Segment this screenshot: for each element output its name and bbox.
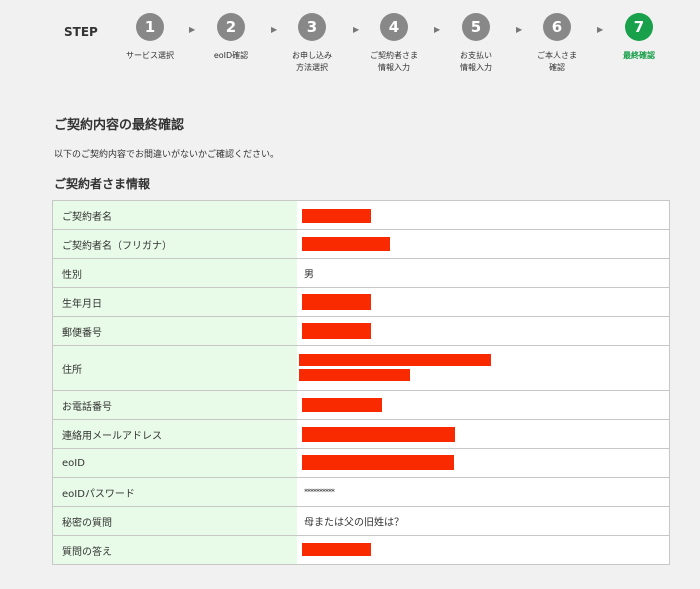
table-row: 生年月日 <box>53 288 669 317</box>
redacted-value <box>299 354 491 366</box>
row-label: 生年月日 <box>53 288 297 316</box>
row-value: 男 <box>297 259 669 287</box>
step-label: お申し込み 方法選択 <box>292 51 332 72</box>
step-label: 最終確認 <box>623 51 655 60</box>
step-heading: STEP <box>64 25 98 39</box>
step-number: 7 <box>625 13 653 41</box>
step-label: ご契約者さま 情報入力 <box>370 51 418 72</box>
contract-info-table: ご契約者名 ご契約者名（フリガナ） 性別 男 生年月日 郵便番号 住所 お電話番… <box>52 200 670 565</box>
table-row: 郵便番号 <box>53 317 669 346</box>
redacted-value <box>302 427 455 442</box>
table-row: 質問の答え <box>53 536 669 564</box>
step-label: お支払い 情報入力 <box>460 51 492 72</box>
redacted-value <box>302 294 371 310</box>
table-row: 性別 男 <box>53 259 669 288</box>
step-label: サービス選択 <box>126 51 174 60</box>
row-value: 母または父の旧姓は？ <box>297 507 669 535</box>
redacted-value <box>302 209 371 223</box>
table-row: お電話番号 <box>53 391 669 420</box>
table-row: 住所 <box>53 346 669 391</box>
row-label: 連絡用メールアドレス <box>53 420 297 448</box>
intro-text: 以下のご契約内容でお間違いがないかご確認ください。 <box>54 150 280 160</box>
row-value <box>297 201 669 229</box>
redacted-value <box>302 323 371 339</box>
step-3: 3 お申し込み 方法選択 <box>272 13 352 74</box>
row-label: 質問の答え <box>53 536 297 564</box>
row-value: ********** <box>297 478 669 506</box>
section-title: ご契約者さま情報 <box>54 177 151 191</box>
table-row: ご契約者名（フリガナ） <box>53 230 669 259</box>
row-value <box>297 536 669 564</box>
row-label: eoID <box>53 449 297 477</box>
table-row: eoIDパスワード ********** <box>53 478 669 507</box>
row-label: 郵便番号 <box>53 317 297 345</box>
step-7: 7 最終確認 <box>599 13 679 62</box>
page-title: ご契約内容の最終確認 <box>54 118 185 133</box>
table-row: 秘密の質問 母または父の旧姓は？ <box>53 507 669 536</box>
redacted-value <box>302 237 390 251</box>
row-value <box>297 288 669 316</box>
step-5: 5 お支払い 情報入力 <box>436 13 516 74</box>
row-label: 住所 <box>53 346 297 390</box>
step-2: 2 eoID確認 <box>191 13 271 62</box>
password-value: ********** <box>304 487 335 497</box>
row-label: ご契約者名 <box>53 201 297 229</box>
row-value <box>297 391 669 419</box>
table-row: ご契約者名 <box>53 201 669 230</box>
table-row: eoID <box>53 449 669 478</box>
step-number: 3 <box>298 13 326 41</box>
redacted-value <box>302 398 382 412</box>
row-label: ご契約者名（フリガナ） <box>53 230 297 258</box>
table-row: 連絡用メールアドレス <box>53 420 669 449</box>
step-6: 6 ご本人さま 確認 <box>517 13 597 74</box>
step-label: eoID確認 <box>213 51 249 60</box>
row-value <box>297 449 669 477</box>
step-number: 4 <box>380 13 408 41</box>
row-label: 性別 <box>53 259 297 287</box>
step-number: 2 <box>217 13 245 41</box>
redacted-value <box>299 369 410 381</box>
row-label: お電話番号 <box>53 391 297 419</box>
gender-value: 男 <box>304 269 314 281</box>
secret-question-value: 母または父の旧姓は？ <box>304 517 404 529</box>
step-label: ご本人さま 確認 <box>537 51 577 72</box>
row-value <box>297 346 669 390</box>
step-number: 5 <box>462 13 490 41</box>
step-progress-bar: STEP 1 サービス選択 ▶ 2 eoID確認 ▶ 3 お申し込み 方法選択 … <box>0 0 700 90</box>
row-value <box>297 420 669 448</box>
step-number: 1 <box>136 13 164 41</box>
step-1: 1 サービス選択 <box>110 13 190 62</box>
row-label: 秘密の質問 <box>53 507 297 535</box>
row-value <box>297 317 669 345</box>
step-4: 4 ご契約者さま 情報入力 <box>354 13 434 74</box>
redacted-value <box>302 543 371 556</box>
redacted-value <box>302 455 454 470</box>
step-number: 6 <box>543 13 571 41</box>
row-value <box>297 230 669 258</box>
row-label: eoIDパスワード <box>53 478 297 506</box>
